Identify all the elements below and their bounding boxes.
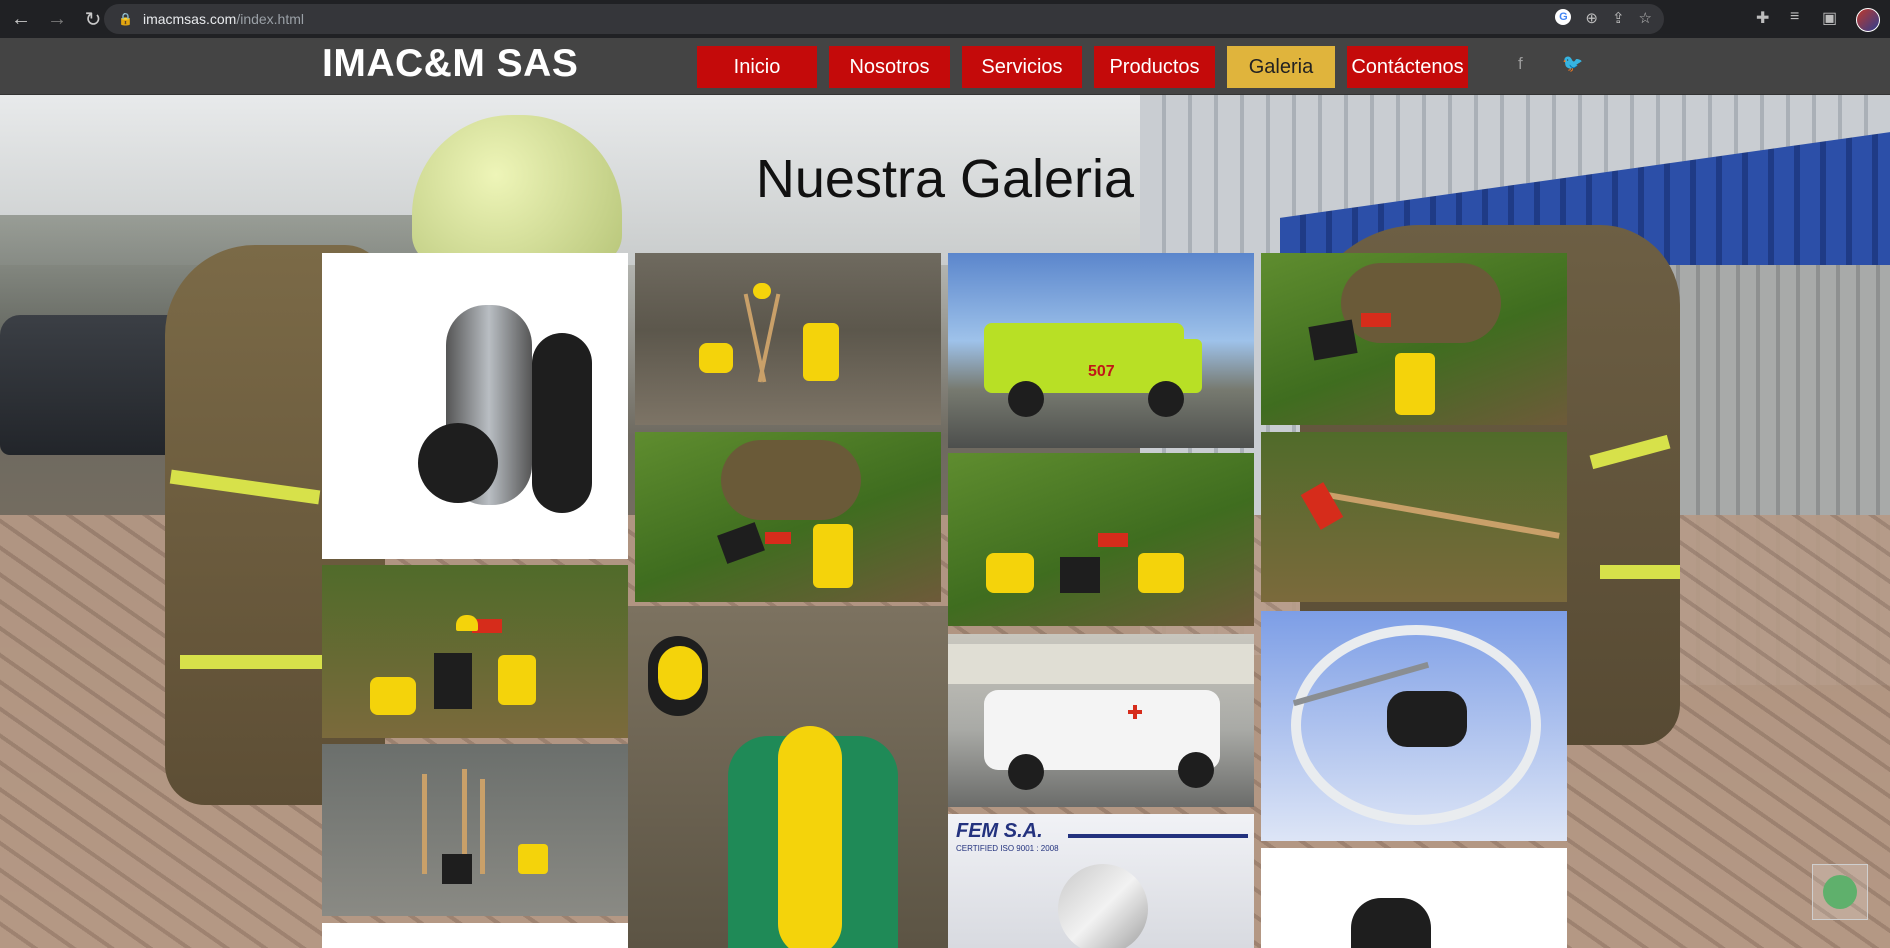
menu-item-contactenos[interactable]: Contáctenos bbox=[1347, 46, 1468, 88]
page-title: Nuestra Galeria bbox=[755, 149, 1135, 209]
extensions-icon[interactable]: ✚ bbox=[1756, 8, 1769, 28]
gallery-image-partial[interactable] bbox=[322, 923, 628, 948]
gallery-image-nozzle[interactable] bbox=[1261, 848, 1567, 948]
gallery-image-grass-tools-3[interactable] bbox=[948, 453, 1254, 626]
profile-avatar[interactable] bbox=[1856, 8, 1880, 32]
twitter-icon[interactable]: 🐦 bbox=[1562, 54, 1583, 74]
site-header: IMAC&M SAS Inicio Nosotros Servicios Pro… bbox=[0, 38, 1890, 95]
gallery-image-leaves-tools[interactable] bbox=[322, 565, 628, 738]
gallery-image-grass-tools-2[interactable] bbox=[635, 432, 941, 602]
fem-brand: FEM S.A. bbox=[956, 820, 1043, 842]
gallery-image-scba-mask[interactable] bbox=[322, 253, 628, 559]
site-logo[interactable]: IMAC&M SAS bbox=[322, 42, 578, 86]
sidepanel-icon[interactable]: ▣ bbox=[1822, 8, 1837, 28]
google-icon[interactable]: G bbox=[1555, 9, 1572, 25]
lock-icon: 🔒 bbox=[118, 12, 133, 26]
media-icon[interactable]: ≡ bbox=[1790, 8, 1799, 26]
gallery-image-rake[interactable] bbox=[1261, 432, 1567, 602]
browser-toolbar: ← → ↻ 🔒 imacmsas.com/index.html G ⊕ ⇪ ☆ … bbox=[0, 0, 1890, 38]
chat-widget-button[interactable] bbox=[1812, 864, 1868, 920]
zoom-icon[interactable]: ⊕ bbox=[1585, 9, 1598, 27]
share-icon[interactable]: ⇪ bbox=[1612, 9, 1625, 27]
facebook-icon[interactable]: f bbox=[1518, 54, 1523, 74]
gallery-grid: 507 FEM S.A. CERTIFIED ISO 9001 : 2008 bbox=[322, 253, 1568, 948]
chat-icon bbox=[1823, 875, 1857, 909]
menu-item-galeria[interactable]: Galeria bbox=[1227, 46, 1335, 88]
main-menu: Inicio Nosotros Servicios Productos Gale… bbox=[697, 46, 1468, 88]
address-bar[interactable]: 🔒 imacmsas.com/index.html G ⊕ ⇪ ☆ bbox=[104, 4, 1664, 34]
gallery-image-fem-suit[interactable]: FEM S.A. CERTIFIED ISO 9001 : 2008 bbox=[948, 814, 1254, 948]
gallery-image-grass-tools-1[interactable] bbox=[1261, 253, 1567, 425]
gallery-image-forest-tools[interactable] bbox=[635, 253, 941, 425]
fem-cert: CERTIFIED ISO 9001 : 2008 bbox=[956, 844, 1059, 853]
forward-icon[interactable]: → bbox=[42, 8, 72, 31]
gallery-image-scba-back[interactable] bbox=[628, 606, 948, 948]
bookmark-star-icon[interactable]: ☆ bbox=[1639, 9, 1652, 27]
gallery-image-cave-tools[interactable] bbox=[322, 744, 628, 916]
truck-number: 507 bbox=[1088, 363, 1115, 380]
menu-item-nosotros[interactable]: Nosotros bbox=[829, 46, 950, 88]
menu-item-servicios[interactable]: Servicios bbox=[962, 46, 1082, 88]
menu-item-inicio[interactable]: Inicio bbox=[697, 46, 817, 88]
gallery-image-rescue-pickup[interactable] bbox=[948, 634, 1254, 807]
menu-item-productos[interactable]: Productos bbox=[1094, 46, 1215, 88]
gallery-image-fire-truck[interactable]: 507 bbox=[948, 253, 1254, 448]
url-text: imacmsas.com/index.html bbox=[142, 11, 305, 27]
gallery-image-hose-nozzle[interactable] bbox=[1261, 611, 1567, 841]
back-icon[interactable]: ← bbox=[6, 8, 36, 31]
